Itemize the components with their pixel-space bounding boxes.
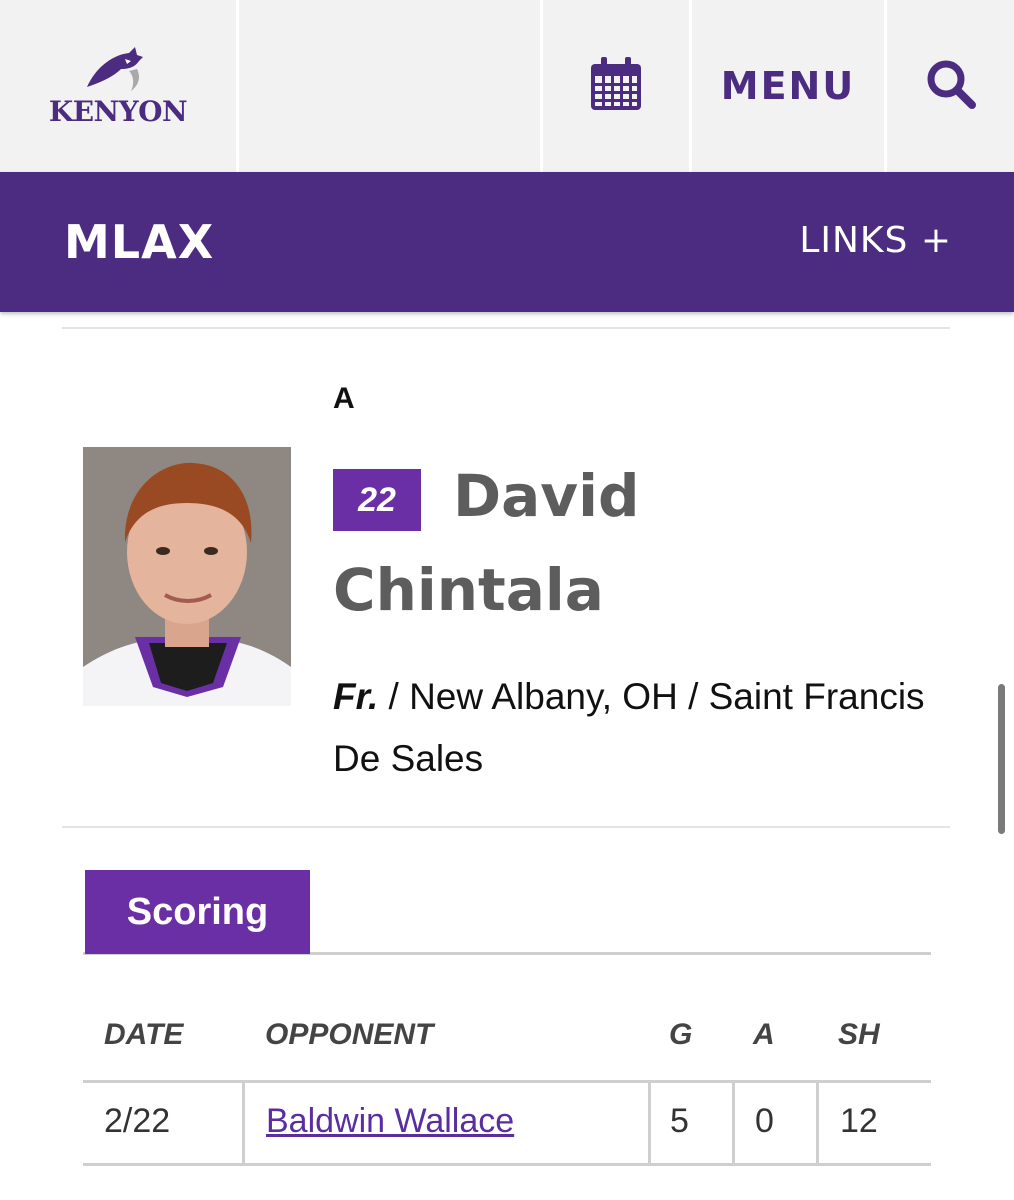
sport-title[interactable]: MLAX	[64, 215, 214, 269]
player-first-name: David	[453, 462, 640, 530]
cell-divider	[242, 1083, 245, 1163]
menu-button[interactable]: MENU	[692, 0, 884, 172]
column-header-opponent[interactable]: OPPONENT	[265, 1018, 433, 1052]
opponent-link[interactable]: Baldwin Wallace	[266, 1102, 514, 1141]
cell-assists: 0	[755, 1102, 774, 1140]
divider	[62, 826, 950, 828]
jersey-number-badge: 22	[333, 469, 421, 531]
logo-text: KENYON	[48, 94, 188, 128]
site-header: KENYON MENU	[0, 0, 1014, 172]
scrollbar-thumb[interactable]	[998, 684, 1005, 834]
player-last-name: Chintala	[333, 556, 604, 624]
class-year: Fr.	[333, 676, 379, 717]
search-icon	[925, 58, 977, 115]
home-logo-link[interactable]: KENYON	[0, 0, 236, 172]
cell-shots: 12	[840, 1102, 878, 1140]
hometown-school: / New Albany, OH / Saint Francis De Sale…	[333, 676, 925, 779]
links-toggle-button[interactable]: LINKS +	[799, 220, 952, 261]
player-headshot	[83, 447, 291, 706]
divider	[62, 327, 950, 329]
search-button[interactable]	[887, 0, 1014, 172]
menu-label: MENU	[720, 64, 856, 108]
sport-bar: MLAX LINKS +	[0, 172, 1014, 312]
header-divider	[236, 0, 239, 172]
column-header-shots[interactable]: SH	[838, 1018, 880, 1052]
player-bio-details: Fr. / New Albany, OH / Saint Francis De …	[333, 666, 933, 790]
lord-logo-icon	[85, 45, 151, 93]
calendar-button[interactable]	[543, 0, 689, 172]
cell-divider	[648, 1083, 651, 1163]
column-header-assists[interactable]: A	[753, 1018, 775, 1052]
tab-scoring[interactable]: Scoring	[85, 870, 310, 954]
cell-divider	[732, 1083, 735, 1163]
column-header-goals[interactable]: G	[669, 1018, 692, 1052]
cell-date: 2/22	[104, 1102, 171, 1140]
column-header-date[interactable]: DATE	[104, 1018, 183, 1052]
cell-divider	[816, 1083, 819, 1163]
calendar-icon	[589, 56, 643, 117]
cell-goals: 5	[670, 1102, 689, 1140]
player-position: A	[333, 382, 355, 415]
